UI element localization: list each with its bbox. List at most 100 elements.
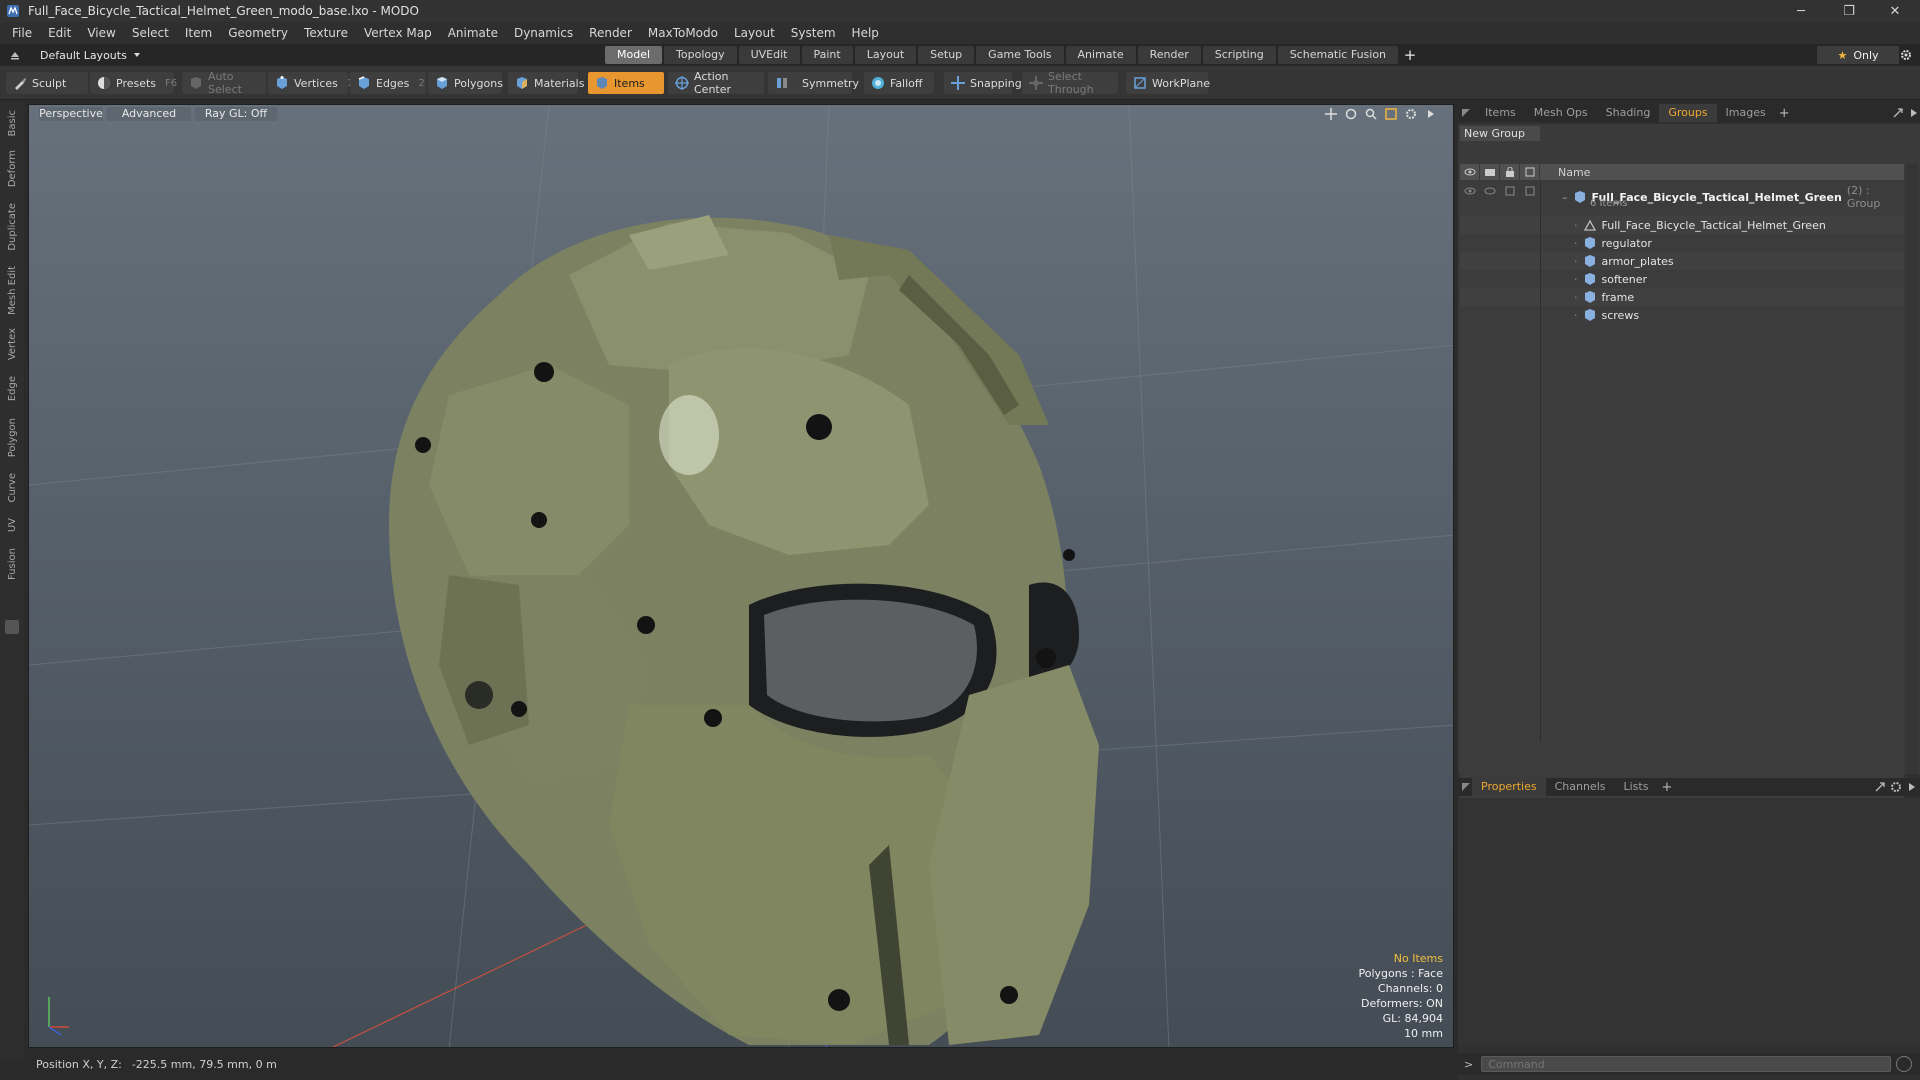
auto-select-button[interactable]: Auto Select <box>182 70 266 96</box>
tab-model[interactable]: Model <box>605 46 663 64</box>
vtab-uv[interactable]: UV <box>3 512 21 538</box>
menu-maxtomodo[interactable]: MaxToModo <box>640 22 726 44</box>
menu-texture[interactable]: Texture <box>296 22 356 44</box>
tab-paint[interactable]: Paint <box>801 46 853 64</box>
select-column-icon[interactable] <box>1520 164 1540 180</box>
polygons-button[interactable]: Polygons <box>428 72 503 94</box>
panel-menu-icon[interactable] <box>1460 107 1472 119</box>
visibility-column-icon[interactable] <box>1460 164 1480 180</box>
menu-geometry[interactable]: Geometry <box>220 22 296 44</box>
presets-button[interactable]: Presets F6 <box>90 72 177 94</box>
new-group-button[interactable]: New Group <box>1460 126 1540 141</box>
menu-layout[interactable]: Layout <box>726 22 783 44</box>
materials-button[interactable]: Materials <box>508 72 584 94</box>
sculpt-button[interactable]: Sculpt <box>6 72 88 94</box>
lock-column-icon[interactable] <box>1500 164 1520 180</box>
pan-icon[interactable] <box>1323 107 1339 121</box>
snapping-button[interactable]: Snapping <box>944 72 1022 94</box>
vtab-vertex[interactable]: Vertex <box>3 322 21 366</box>
visibility-toggle-icon[interactable] <box>1460 182 1480 200</box>
viewport-gear-icon[interactable] <box>1403 107 1419 121</box>
group-row-armor-plates[interactable]: · armor_plates <box>1460 252 1904 270</box>
group-row-regulator[interactable]: · regulator <box>1460 234 1904 252</box>
view-type-button[interactable]: Perspective <box>39 107 103 121</box>
menu-file[interactable]: File <box>4 22 40 44</box>
rotate-icon[interactable] <box>1343 107 1359 121</box>
items-button[interactable]: Items <box>588 72 664 94</box>
zoom-icon[interactable] <box>1363 107 1379 121</box>
tool-tabs-toggle-button[interactable] <box>5 620 19 634</box>
vtab-polygon[interactable]: Polygon <box>3 412 21 464</box>
layout-settings-button[interactable] <box>1896 46 1916 64</box>
tab-game-tools[interactable]: Game Tools <box>976 46 1064 64</box>
tab-properties[interactable]: Properties <box>1472 778 1546 796</box>
tab-setup[interactable]: Setup <box>918 46 975 64</box>
menu-animate[interactable]: Animate <box>440 22 506 44</box>
tab-shading[interactable]: Shading <box>1597 104 1660 122</box>
menu-edit[interactable]: Edit <box>40 22 79 44</box>
menu-select[interactable]: Select <box>124 22 177 44</box>
fit-view-icon[interactable] <box>1383 107 1399 121</box>
panel-expand-icon[interactable] <box>1908 107 1920 119</box>
properties-menu-icon[interactable] <box>1460 781 1472 793</box>
tab-scripting[interactable]: Scripting <box>1202 46 1276 64</box>
tab-layout[interactable]: Layout <box>854 46 917 64</box>
add-panel-tab-button[interactable]: + <box>1775 106 1794 121</box>
tab-animate[interactable]: Animate <box>1065 46 1136 64</box>
properties-gear-icon[interactable] <box>1890 781 1902 793</box>
menu-vertex-map[interactable]: Vertex Map <box>356 22 440 44</box>
menu-help[interactable]: Help <box>844 22 887 44</box>
group-row-softener[interactable]: · softener <box>1460 270 1904 288</box>
group-row-helmet[interactable]: · Full_Face_Bicycle_Tactical_Helmet_Gree… <box>1460 216 1904 234</box>
vtab-edge[interactable]: Edge <box>3 370 21 408</box>
3d-viewport[interactable]: Perspective Advanced Ray GL: Off No Item… <box>28 104 1454 1048</box>
group-row-frame[interactable]: · frame <box>1460 288 1904 306</box>
vtab-duplicate[interactable]: Duplicate <box>3 198 21 256</box>
vtab-fusion[interactable]: Fusion <box>3 542 21 586</box>
properties-expand-icon[interactable] <box>1906 781 1918 793</box>
group-row-root[interactable]: – Full_Face_Bicycle_Tactical_Helmet_Gree… <box>1460 182 1904 212</box>
add-properties-tab-button[interactable]: + <box>1657 780 1676 795</box>
command-history-button[interactable] <box>1896 1056 1912 1072</box>
collapse-icon[interactable]: – <box>1562 191 1568 204</box>
edges-button[interactable]: Edges 2 <box>350 72 426 94</box>
vtab-deform[interactable]: Deform <box>3 146 21 192</box>
workplane-button[interactable]: WorkPlane <box>1126 72 1210 94</box>
viewport-expand-icon[interactable] <box>1423 107 1439 121</box>
properties-maximize-icon[interactable] <box>1874 781 1886 793</box>
tab-render[interactable]: Render <box>1137 46 1201 64</box>
tab-items[interactable]: Items <box>1476 104 1525 122</box>
action-center-button[interactable]: Action Center <box>668 70 764 96</box>
restore-button[interactable]: ❐ <box>1826 0 1872 22</box>
vtab-mesh-edit[interactable]: Mesh Edit <box>3 262 21 318</box>
menu-dynamics[interactable]: Dynamics <box>506 22 581 44</box>
tab-channels[interactable]: Channels <box>1546 778 1615 796</box>
layout-selector[interactable]: Default Layouts <box>8 44 141 66</box>
raygl-toggle-button[interactable]: Ray GL: Off <box>195 107 277 121</box>
tab-groups[interactable]: Groups <box>1659 104 1717 122</box>
tab-mesh-ops[interactable]: Mesh Ops <box>1525 104 1597 122</box>
select-toggle-checkbox[interactable] <box>1520 182 1540 200</box>
tab-schematic-fusion[interactable]: Schematic Fusion <box>1277 46 1399 64</box>
panel-maximize-icon[interactable] <box>1892 107 1904 119</box>
render-column-icon[interactable] <box>1480 164 1500 180</box>
menu-render[interactable]: Render <box>581 22 640 44</box>
menu-view[interactable]: View <box>79 22 123 44</box>
only-toggle-button[interactable]: ★ Only <box>1817 46 1899 64</box>
groups-scrollbar[interactable] <box>1906 164 1918 774</box>
render-toggle-icon[interactable] <box>1480 182 1500 200</box>
tab-uvedit[interactable]: UVEdit <box>738 46 800 64</box>
tab-lists[interactable]: Lists <box>1615 778 1658 796</box>
add-layout-tab-button[interactable]: + <box>1400 46 1420 64</box>
vtab-curve[interactable]: Curve <box>3 468 21 508</box>
select-through-button[interactable]: Select Through <box>1022 70 1118 96</box>
close-button[interactable]: ✕ <box>1872 0 1918 22</box>
falloff-button[interactable]: Falloff <box>864 72 934 94</box>
vtab-basic[interactable]: Basic <box>3 106 21 140</box>
minimize-button[interactable]: ─ <box>1778 0 1824 22</box>
tab-images[interactable]: Images <box>1717 104 1775 122</box>
menu-item[interactable]: Item <box>177 22 220 44</box>
menu-system[interactable]: System <box>783 22 844 44</box>
tab-topology[interactable]: Topology <box>664 46 737 64</box>
group-row-screws[interactable]: · screws <box>1460 306 1904 324</box>
